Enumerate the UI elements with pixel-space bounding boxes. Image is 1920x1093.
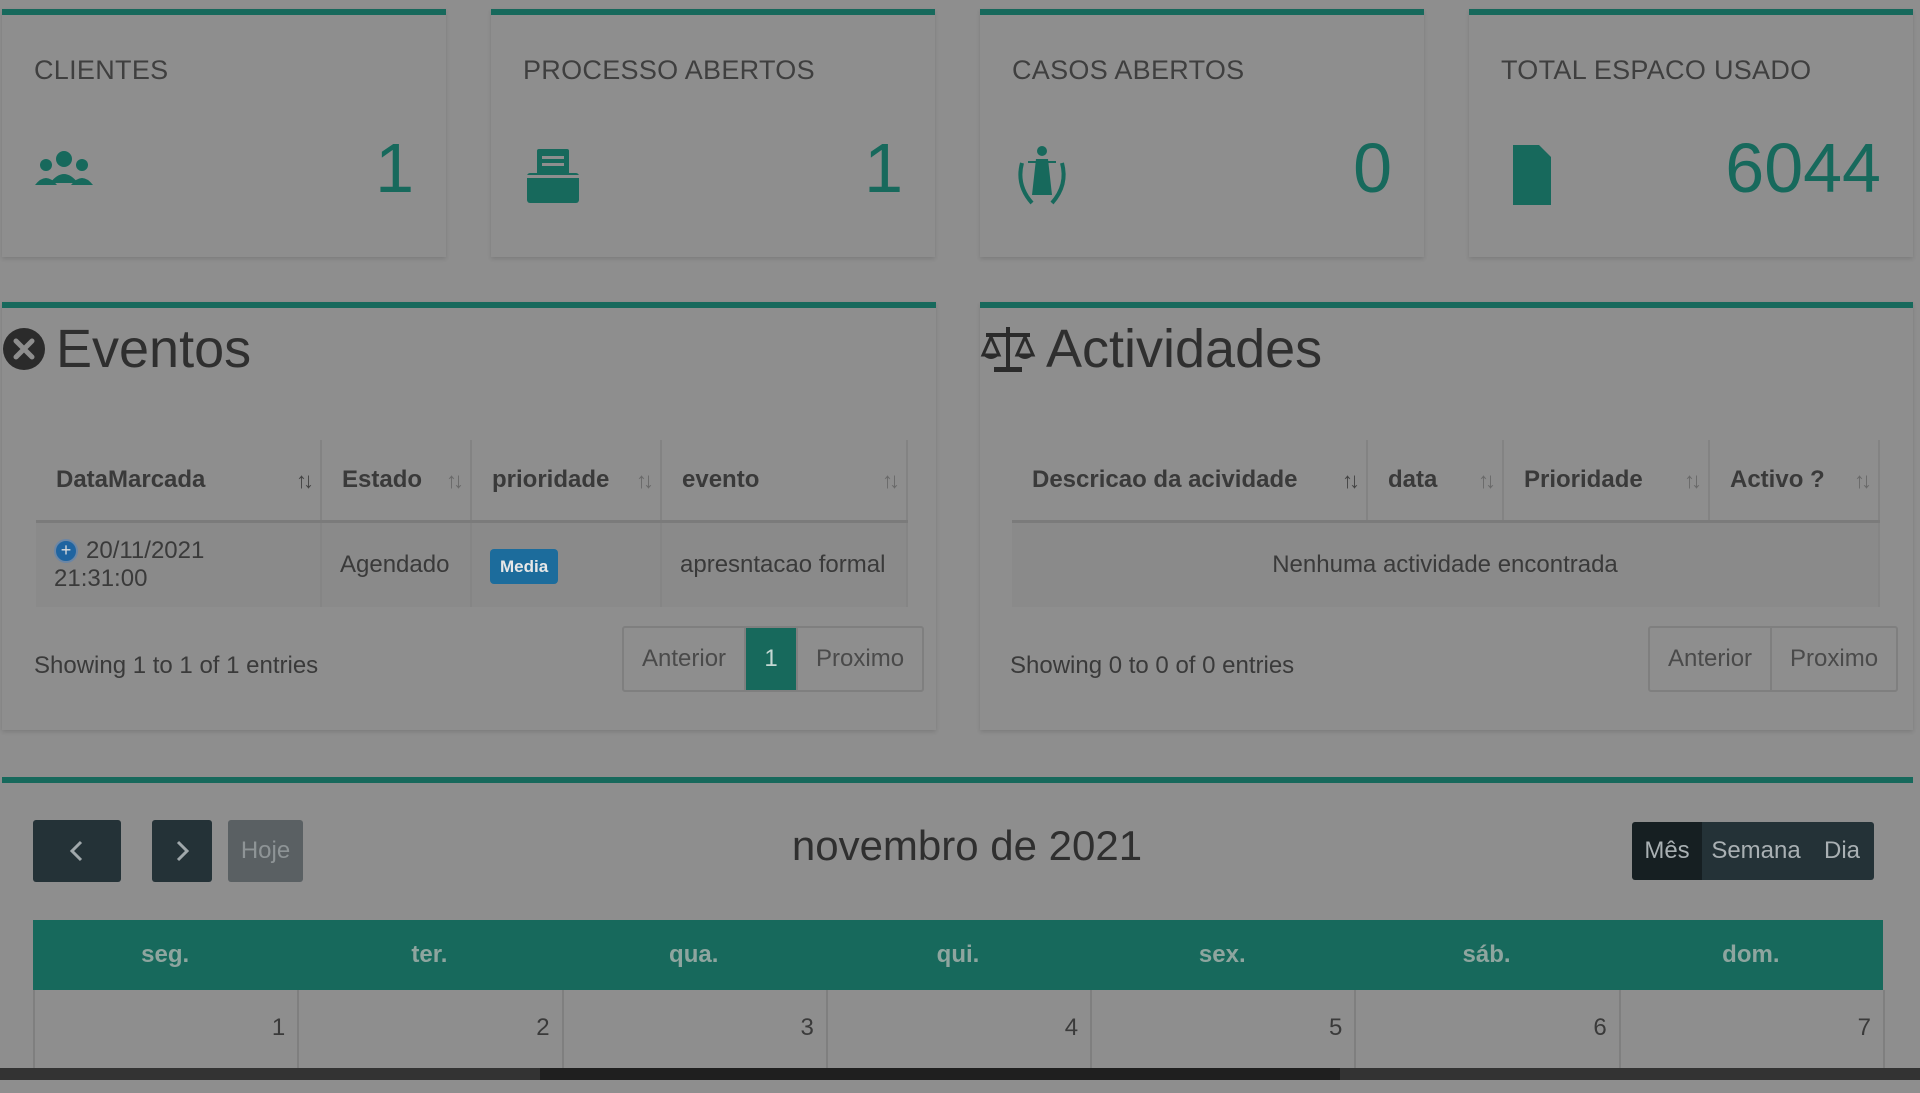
eventos-panel: Eventos DataMarcada ↑↓ Estado ↑↓ prioridad… [2, 302, 936, 730]
column-header-activo[interactable]: Activo ? ↑↓ [1709, 440, 1880, 523]
column-label: Prioridade [1524, 466, 1643, 493]
stat-card-processos: PROCESSO ABERTOS 1 [491, 9, 935, 257]
stat-title: CASOS ABERTOS [1012, 55, 1245, 85]
calendar-day-cell[interactable]: 6 [1356, 990, 1621, 1070]
actividades-table-info: Showing 0 to 0 of 0 entries [1010, 652, 1295, 679]
expand-plus-icon[interactable]: + [54, 539, 78, 563]
empty-message: Nenhuma actividade encontrada [1012, 521, 1880, 607]
view-week-button[interactable]: Semana [1702, 822, 1810, 880]
stat-title: CLIENTES [34, 55, 169, 85]
column-header-evento[interactable]: evento ↑↓ [661, 440, 908, 523]
stat-card-espaco: TOTAL ESPACO USADO 6044 [1469, 9, 1913, 257]
weekday-label: sáb. [1462, 941, 1511, 968]
weekday-label: seg. [141, 941, 190, 968]
calendar-week-row: 1 2 3 4 5 6 7 [33, 990, 1885, 1070]
calendar-day-cell[interactable]: 3 [564, 990, 828, 1070]
stat-title: PROCESSO ABERTOS [523, 55, 815, 85]
table-header-row: Descricao da acividade ↑↓ data ↑↓ Priorida… [1012, 440, 1880, 523]
pagination-next[interactable]: Proximo [1772, 628, 1896, 690]
cell-datamarcada: +20/11/2021 21:31:00 [36, 521, 322, 607]
stat-value: 1 [864, 129, 903, 207]
column-label: DataMarcada [56, 466, 206, 493]
table-header-row: DataMarcada ↑↓ Estado ↑↓ prioridade ↑↓ even… [36, 440, 908, 523]
calendar-day-cell[interactable]: 5 [1092, 990, 1357, 1070]
file-icon [1513, 145, 1551, 205]
table-row[interactable]: +20/11/2021 21:31:00 Agendado Media apre… [36, 521, 908, 607]
eventos-pagination: Anterior 1 Proximo [622, 626, 925, 692]
justice-statue-icon [1018, 146, 1066, 205]
scrollbar-thumb[interactable] [540, 1068, 1340, 1080]
calendar-day-cell[interactable]: 4 [828, 990, 1093, 1070]
sort-icon: ↑↓ [1684, 468, 1702, 493]
priority-badge: Media [490, 549, 559, 584]
calendar-day-cell[interactable]: 1 [35, 990, 300, 1070]
users-icon [35, 151, 93, 185]
horizontal-scrollbar[interactable] [0, 1068, 1920, 1080]
weekday-label: sex. [1198, 941, 1246, 968]
weekday-label: qua. [669, 941, 719, 968]
calendar-view-switcher: Mês Semana Dia [1632, 822, 1874, 880]
column-header-data[interactable]: data ↑↓ [1367, 440, 1504, 523]
view-day-button[interactable]: Dia [1810, 822, 1874, 880]
balance-scale-icon [980, 327, 1036, 372]
actividades-table: Descricao da acividade ↑↓ data ↑↓ Priorida… [1012, 440, 1880, 607]
stat-title: TOTAL ESPACO USADO [1501, 55, 1812, 85]
eventos-table: DataMarcada ↑↓ Estado ↑↓ prioridade ↑↓ even… [36, 440, 908, 607]
column-label: data [1388, 466, 1438, 493]
sort-icon: ↑↓ [446, 468, 464, 493]
actividades-title: Actividades [1046, 319, 1323, 379]
column-header-prioridade[interactable]: prioridade ↑↓ [471, 440, 662, 523]
column-header-descricao[interactable]: Descricao da acividade ↑↓ [1012, 440, 1368, 523]
close-circle-icon[interactable] [2, 327, 46, 371]
view-month-button[interactable]: Mês [1632, 822, 1702, 880]
sort-icon: ↑↓ [1478, 468, 1496, 493]
weekday-label: ter. [411, 941, 448, 968]
stat-card-casos: CASOS ABERTOS 0 [980, 9, 1424, 257]
actividades-panel: Actividades Descricao da acividade ↑↓ dat… [980, 302, 1913, 730]
stat-card-clientes: CLIENTES 1 [2, 9, 446, 257]
sort-icon: ↑↓ [882, 468, 900, 493]
cell-prioridade: Media [471, 521, 662, 607]
stat-value: 6044 [1725, 129, 1881, 207]
column-header-prioridade[interactable]: Prioridade ↑↓ [1503, 440, 1710, 523]
cell-estado: Agendado [321, 521, 472, 607]
pagination-previous[interactable]: Anterior [624, 628, 747, 690]
column-header-datamarcada[interactable]: DataMarcada ↑↓ [36, 440, 322, 523]
calendar-day-cell[interactable]: 2 [299, 990, 564, 1070]
column-label: evento [682, 466, 760, 493]
eventos-header: Eventos [2, 314, 251, 384]
actividades-pagination: Anterior Proximo [1648, 626, 1899, 692]
sort-asc-icon: ↑↓ [1342, 468, 1360, 493]
cell-evento: apresntacao formal [661, 521, 908, 607]
column-label: Descricao da acividade [1032, 466, 1298, 493]
table-empty-row: Nenhuma actividade encontrada [1012, 521, 1880, 607]
pagination-next[interactable]: Proximo [798, 628, 922, 690]
pagination-page-1[interactable]: 1 [746, 628, 799, 690]
column-header-estado[interactable]: Estado ↑↓ [321, 440, 472, 523]
weekday-label: dom. [1722, 941, 1780, 968]
column-label: Estado [342, 466, 423, 493]
calendar-day-cell[interactable]: 7 [1621, 990, 1885, 1070]
calendar-weekday-header: seg. ter. qua. qui. sex. sáb. dom. [33, 920, 1883, 990]
eventos-title: Eventos [56, 319, 252, 379]
sort-icon: ↑↓ [636, 468, 654, 493]
stat-value: 1 [375, 129, 414, 207]
actividades-header: Actividades [980, 314, 1322, 384]
pagination-previous[interactable]: Anterior [1650, 628, 1773, 690]
column-label: Activo ? [1730, 466, 1825, 493]
weekday-label: qui. [936, 941, 980, 968]
sort-asc-icon: ↑↓ [296, 468, 314, 493]
inbox-tray-icon [527, 149, 579, 203]
column-label: prioridade [492, 466, 610, 493]
sort-icon: ↑↓ [1854, 468, 1872, 493]
eventos-table-info: Showing 1 to 1 of 1 entries [34, 652, 319, 679]
stat-value: 0 [1353, 129, 1392, 207]
